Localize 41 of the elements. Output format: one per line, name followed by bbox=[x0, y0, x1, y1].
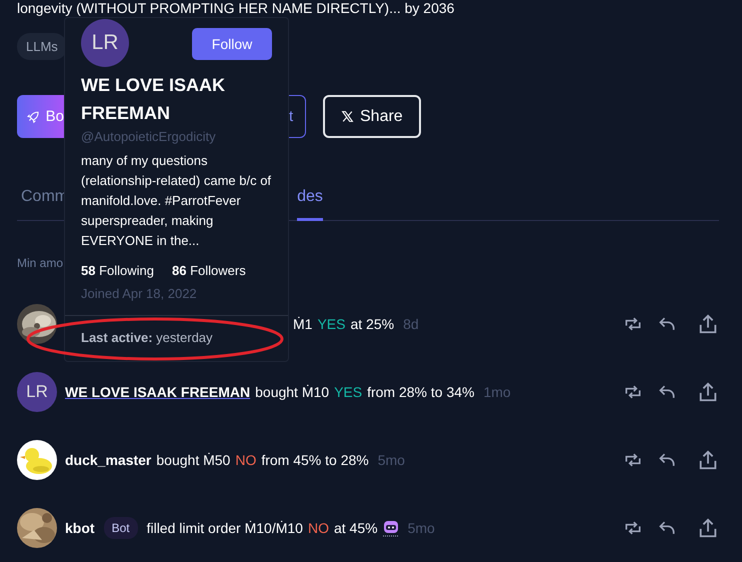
trade-action: bought Ṁ10 bbox=[255, 384, 330, 400]
time-label: 8d bbox=[403, 316, 419, 332]
following-count[interactable]: 58 Following bbox=[81, 263, 154, 278]
outcome-label: YES bbox=[334, 384, 362, 400]
share-icon-button[interactable] bbox=[697, 381, 719, 403]
share-button[interactable]: Share bbox=[323, 95, 421, 138]
topic-tag[interactable]: LLMs bbox=[17, 33, 67, 60]
time-label: 5mo bbox=[408, 520, 435, 536]
profile-handle: @AutopoieticErgodicity bbox=[80, 128, 217, 146]
outcome-label: YES bbox=[317, 316, 346, 332]
x-logo-icon bbox=[341, 110, 354, 123]
trade-price: at 45% bbox=[334, 520, 378, 536]
trade-action: bought Ṁ50 bbox=[156, 452, 230, 468]
profile-bio: many of my questions (relationship-related) came b/c of manifold.love. #ParrotFever superspreader, making EVERYONE in the... bbox=[80, 152, 272, 250]
username-link[interactable]: WE LOVE ISAAK FREEMAN bbox=[65, 384, 250, 400]
joined-date: Joined Apr 18, 2022 bbox=[80, 285, 198, 301]
trade-action: Ṁ1 bbox=[293, 316, 312, 332]
time-label: 1mo bbox=[483, 384, 511, 400]
trade-price: from 28% to 34% bbox=[367, 384, 474, 400]
last-active-text: Last active: yesterday bbox=[81, 330, 213, 345]
user-avatar[interactable]: LR bbox=[17, 372, 57, 412]
share-icon-button[interactable] bbox=[697, 517, 719, 539]
tab[interactable]: des bbox=[297, 175, 323, 221]
follow-button[interactable]: Follow bbox=[192, 28, 272, 60]
share-icon-button[interactable] bbox=[697, 313, 719, 335]
filter-label: Min amo bbox=[17, 256, 64, 270]
username-link[interactable]: duck_master bbox=[65, 452, 152, 468]
trade-price: from 45% to 28% bbox=[261, 452, 369, 468]
outcome-label: NO bbox=[308, 520, 329, 536]
trade-action: filled limit order Ṁ10/Ṁ10 bbox=[146, 520, 303, 536]
bot-tag: Bot bbox=[104, 517, 138, 539]
market-title: longevity (WITHOUT PROMPTING HER NAME DIRECTLY)... by 2036 bbox=[17, 0, 456, 16]
outcome-label: NO bbox=[235, 452, 256, 468]
profile-avatar[interactable]: LR bbox=[81, 19, 129, 67]
time-label: 5mo bbox=[378, 452, 405, 468]
share-icon-button[interactable] bbox=[697, 449, 719, 471]
profile-name: WE LOVE ISAAK FREEMAN bbox=[80, 74, 226, 125]
boost-button[interactable]: Bo bbox=[17, 95, 64, 138]
trade-price: at 25% bbox=[350, 316, 394, 332]
followers-count[interactable]: 86 Followers bbox=[172, 263, 246, 278]
username-link[interactable]: kbot bbox=[65, 520, 95, 536]
